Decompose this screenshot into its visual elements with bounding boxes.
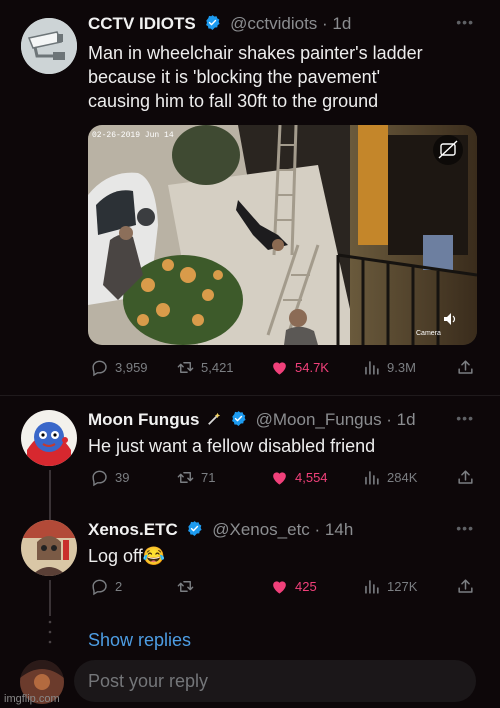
more-icon[interactable]: ••• <box>456 520 474 536</box>
video-timestamp: 02-26-2019 Jun 14 <box>92 131 174 140</box>
reply-icon <box>90 358 109 377</box>
watermark: imgflip.com <box>4 693 60 705</box>
tweet-text-line: because it is 'blocking the pavement' <box>88 67 381 87</box>
reply-icon <box>90 468 109 487</box>
tweet-text-line: causing him to fall 30ft to the ground <box>88 91 379 111</box>
views-button[interactable]: 284K <box>362 468 417 487</box>
reply-count: 2 <box>115 579 123 594</box>
reply-button[interactable]: 2 <box>90 577 122 596</box>
views-icon <box>362 468 381 487</box>
more-icon[interactable]: ••• <box>456 14 474 30</box>
views-button[interactable]: 127K <box>362 577 417 596</box>
reply-count: 3,959 <box>115 360 148 375</box>
views-icon <box>362 358 381 377</box>
retweet-count: 71 <box>201 470 216 485</box>
reply-button[interactable]: 3,959 <box>90 358 148 377</box>
avatar-xenos-etc[interactable] <box>21 520 77 576</box>
more-icon[interactable]: ••• <box>456 410 474 426</box>
reply-input[interactable]: Post your reply <box>74 660 476 702</box>
tweet-header: CCTV IDIOTS @cctvidiots · 1d <box>88 14 500 38</box>
reply-placeholder: Post your reply <box>88 671 209 691</box>
view-count: 284K <box>387 470 418 485</box>
captions-off-icon[interactable] <box>433 135 463 165</box>
heart-icon <box>270 577 289 596</box>
avatar-cctv-idiots[interactable] <box>21 18 77 74</box>
avatar-moon-fungus[interactable] <box>21 410 77 466</box>
share-button[interactable] <box>456 468 475 487</box>
verified-badge-icon <box>204 14 221 31</box>
share-icon <box>456 577 475 596</box>
share-button[interactable] <box>456 358 475 377</box>
tweet-actions: 3,959 5,421 54.7K 9.3M <box>0 358 500 380</box>
retweet-button[interactable]: 71 <box>176 468 215 487</box>
like-count: 54.7K <box>295 360 329 375</box>
tweet-video[interactable]: 02-26-2019 Jun 14 Camera <box>88 125 477 345</box>
cctv-camera-icon <box>21 18 77 74</box>
reply-count: 39 <box>115 470 130 485</box>
retweet-icon <box>176 468 195 487</box>
tweet-text: Log off😂 <box>88 546 166 566</box>
reply-icon <box>90 577 109 596</box>
heart-icon <box>270 358 289 377</box>
handle-timestamp[interactable]: @Moon_Fungus · 1d <box>256 410 416 429</box>
video-frame: 02-26-2019 Jun 14 Camera <box>88 125 477 345</box>
view-count: 127K <box>387 579 418 594</box>
verified-badge-icon <box>230 410 247 427</box>
display-name[interactable]: Moon Fungus <box>88 410 199 429</box>
tweet-actions: 2 425 127K <box>0 577 500 599</box>
heart-icon <box>270 468 289 487</box>
like-count: 4,554 <box>295 470 328 485</box>
tweet-text: Man in wheelchair shakes painter's ladde… <box>88 41 460 113</box>
display-name[interactable]: CCTV IDIOTS <box>88 14 196 33</box>
like-button[interactable]: 425 <box>270 577 317 596</box>
tweet-text-line: Man in wheelchair shakes painter's ladde… <box>88 43 423 63</box>
retweet-count: 5,421 <box>201 360 234 375</box>
tweet-header: Moon Fungus @Moon_Fungus · 1d <box>88 410 500 434</box>
verified-badge-icon <box>186 520 203 537</box>
retweet-icon <box>176 577 195 596</box>
view-count: 9.3M <box>387 360 416 375</box>
retweet-button[interactable] <box>176 577 201 596</box>
divider <box>0 395 500 396</box>
display-name[interactable]: Xenos.ETC <box>88 520 178 539</box>
thread-dots <box>48 620 52 644</box>
retweet-button[interactable]: 5,421 <box>176 358 234 377</box>
avatar-image <box>21 410 77 466</box>
views-button[interactable]: 9.3M <box>362 358 416 377</box>
video-caption: Camera <box>416 330 441 337</box>
handle-timestamp[interactable]: @Xenos_etc · 14h <box>212 520 353 539</box>
share-button[interactable] <box>456 577 475 596</box>
tweet-actions: 39 71 4,554 284K <box>0 468 500 490</box>
avatar-image <box>21 520 77 576</box>
like-count: 425 <box>295 579 317 594</box>
share-icon <box>456 358 475 377</box>
tweet-text: He just want a fellow disabled friend <box>88 436 376 456</box>
reply-button[interactable]: 39 <box>90 468 129 487</box>
like-button[interactable]: 4,554 <box>270 468 328 487</box>
magic-wand-icon <box>208 412 221 425</box>
show-replies-link[interactable]: Show replies <box>88 630 191 651</box>
share-icon <box>456 468 475 487</box>
tweet-header: Xenos.ETC @Xenos_etc · 14h <box>88 520 500 544</box>
handle-timestamp[interactable]: @cctvidiots · 1d <box>230 14 351 33</box>
like-button[interactable]: 54.7K <box>270 358 329 377</box>
views-icon <box>362 577 381 596</box>
retweet-icon <box>176 358 195 377</box>
